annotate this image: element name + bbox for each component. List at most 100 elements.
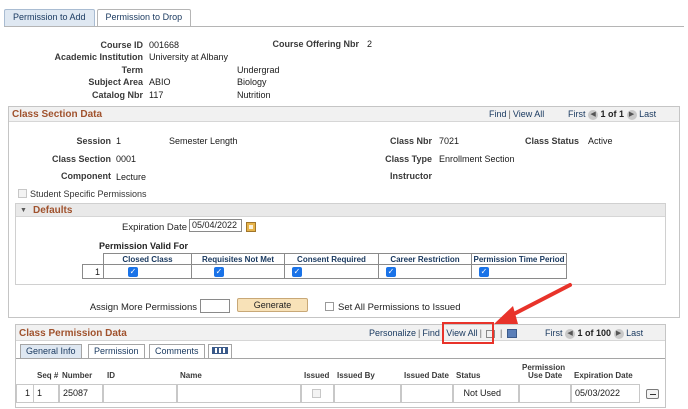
last-label: Last [639,109,657,119]
course-id-label: Course ID [100,40,143,50]
consent-checkbox[interactable]: ✓ [292,266,302,277]
col-expiration-date: Expiration Date [574,371,633,380]
class-permission-pager: First ◀ 1 of 100 ▶ Last [545,328,643,339]
tab-divider [4,26,684,27]
find-link[interactable]: Find [489,109,507,119]
calendar-icon[interactable] [246,222,256,232]
institution-label: Academic Institution [54,52,143,62]
offering-nbr-value: 2 [367,39,373,49]
last-label-2: Last [626,328,644,338]
course-id-value: 001668 [149,40,180,50]
tab-comments[interactable]: Comments [149,344,205,358]
col-issued: Issued [304,371,330,380]
class-section-title: Class Section Data [12,109,103,120]
issued-checkbox[interactable] [312,389,321,398]
expiration-value[interactable]: 05/03/2022 [571,384,640,403]
tab-general-info[interactable]: General Info [20,344,82,358]
col-issued-date: Issued Date [404,371,449,380]
next-icon[interactable]: ▶ [626,109,637,120]
assign-more-input[interactable] [200,299,230,313]
number-value[interactable]: 25087 [59,384,103,403]
col-closed-class: Closed Class [103,253,192,265]
collapse-triangle-icon[interactable]: ▼ [20,207,27,214]
time-period-checkbox[interactable]: ✓ [479,266,489,277]
tab-permission-to-drop[interactable]: Permission to Drop [96,9,192,27]
class-section-header: Class Section Data Find | View All First ◀… [9,107,679,122]
row-index: 1 [16,384,33,403]
col-requisites-not-met: Requisites Not Met [191,253,285,265]
issued-date-cell [401,384,453,403]
session-label: Session [76,136,111,146]
tab-permission-to-add[interactable]: Permission to Add [4,9,95,26]
student-specific-label: Student Specific Permissions [30,189,147,199]
issued-by-cell [334,384,401,403]
expiration-date-input[interactable]: 05/04/2022 [189,219,242,232]
closed-class-cell: ✓ [103,264,192,279]
personalize-link[interactable]: Personalize [369,328,416,338]
col-seq: Seq # [37,371,59,380]
component-label: Component [61,171,111,181]
subject-code: ABIO [149,77,171,87]
institution-value: University at Albany [149,52,229,62]
col-number: Number [62,371,93,380]
term-label: Term [121,65,143,75]
career-checkbox[interactable]: ✓ [386,266,396,277]
session-value: 1 [116,136,122,146]
catalog-nbr-value: 117 [149,90,164,100]
class-status-value: Active [588,136,613,146]
term-value: Undergrad [237,65,280,75]
consent-cell: ✓ [284,264,379,279]
component-value: Lecture [116,172,147,182]
prev-icon-2[interactable]: ◀ [565,328,576,339]
assign-more-label: Assign More Permissions [89,302,197,313]
class-nbr-label: Class Nbr [389,136,432,146]
class-type-label: Class Type [385,154,432,164]
class-section-pager: First ◀ 1 of 1 ▶ Last [568,109,656,120]
first-label-2: First [545,328,563,338]
show-all-columns-icon[interactable] [208,344,232,358]
tab-permission[interactable]: Permission [88,344,145,358]
class-nbr-value: 7021 [439,136,460,146]
page-range-2: 1 of 100 [577,328,612,338]
class-status-label: Class Status [524,136,579,146]
student-specific-checkbox[interactable] [18,189,27,198]
requisites-checkbox[interactable]: ✓ [214,266,224,277]
prev-icon[interactable]: ◀ [588,109,599,120]
page-tabs: Permission to Add Permission to Drop [4,9,193,27]
expiration-date-label: Expiration Date [122,222,187,233]
download-excel-icon[interactable] [506,329,517,339]
col-permission-use-2: Use Date [528,371,563,380]
defaults-title: Defaults [33,205,73,216]
generate-button[interactable]: Generate [237,298,308,312]
closed-class-checkbox[interactable]: ✓ [128,266,138,277]
row-num-header [83,254,104,265]
delete-row-icon[interactable] [646,389,659,399]
col-permission-time-period: Permission Time Period [471,253,567,265]
catalog-name: Nutrition [237,90,271,100]
instructor-label: Instructor [389,171,432,181]
offering-nbr-label: Course Offering Nbr [272,39,359,49]
class-permission-title: Class Permission Data [19,328,127,339]
catalog-nbr-label: Catalog Nbr [91,90,143,100]
set-all-issued-checkbox[interactable] [325,302,334,311]
col-consent-required: Consent Required [284,253,379,265]
session-desc: Semester Length [169,136,238,146]
page-range: 1 of 1 [600,109,625,119]
next-icon-2[interactable]: ▶ [613,328,624,339]
col-issued-by: Issued By [337,371,375,380]
defaults-header: ▼ Defaults [16,204,665,217]
class-type-value: Enrollment Section [439,154,515,164]
class-section-value: 0001 [116,154,137,164]
class-section-label: Class Section [51,154,111,164]
find-link-2[interactable]: Find [422,328,440,338]
col-name: Name [180,371,202,380]
view-all-link[interactable]: View All [513,109,544,119]
seq-value: 1 [33,384,59,403]
permission-valid-for-table: Closed Class Requisites Not Met Consent … [82,253,567,279]
career-cell: ✓ [378,264,472,279]
col-status: Status [456,371,481,380]
id-cell[interactable] [103,384,177,403]
use-date-cell [519,384,571,403]
subject-name: Biology [237,77,267,87]
time-period-cell: ✓ [471,264,567,279]
